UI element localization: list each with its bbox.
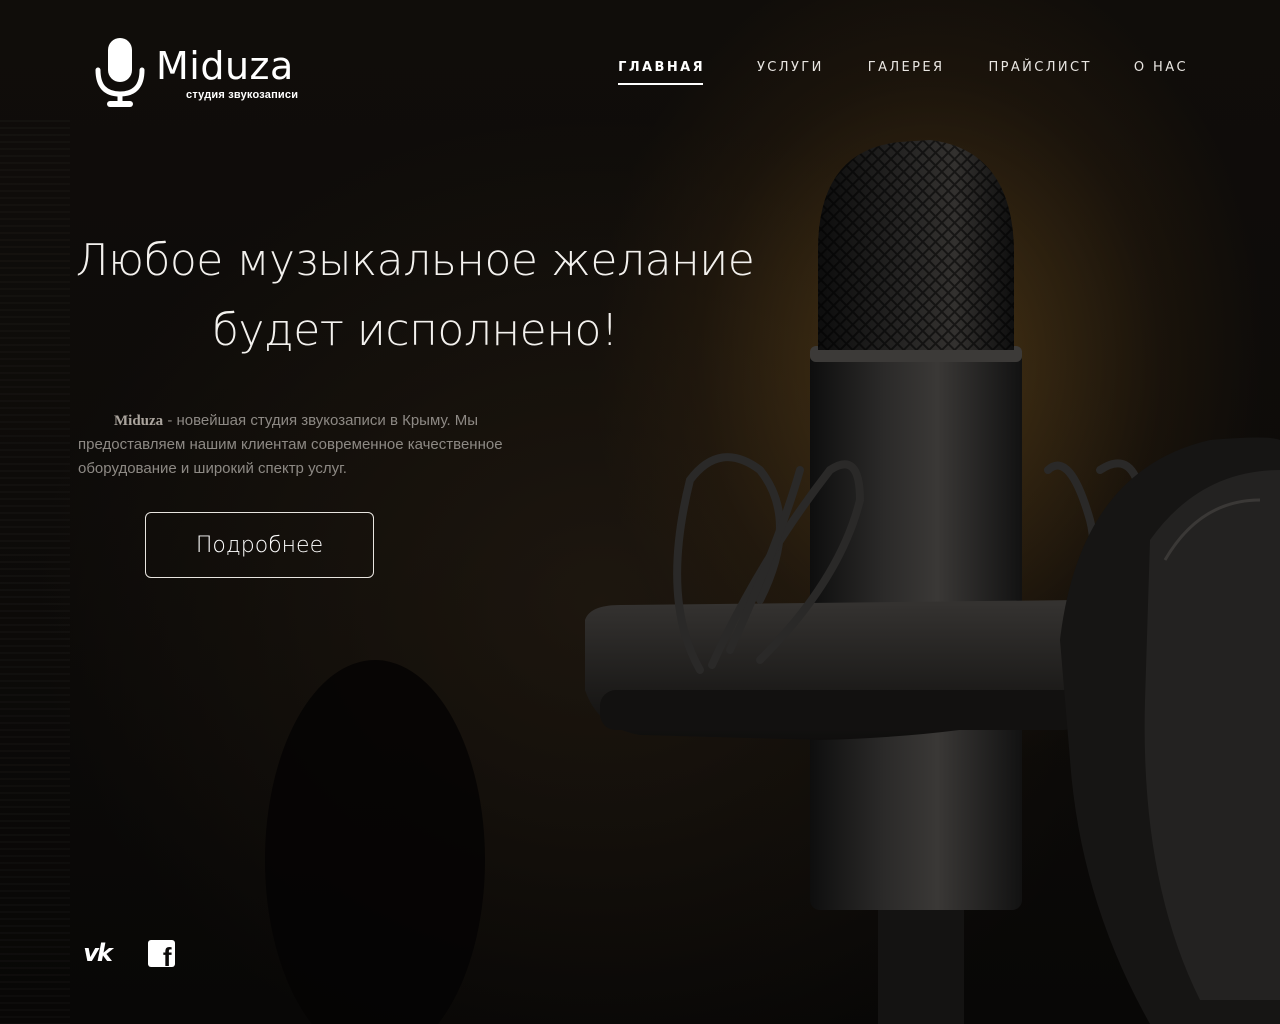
main-nav: ГЛАВНАЯ УСЛУГИ ГАЛЕРЕЯ ПРАЙСЛИСТ О НАС [618,60,1188,85]
hero-description-brand: Miduza [114,413,164,429]
facebook-icon: f [147,939,175,970]
hero-title-line-2: будет исполнено! [211,305,619,356]
hero-title: Любое музыкальное желание будет исполнен… [60,226,770,366]
logo[interactable]: Miduza студия звукозаписи [94,38,298,110]
hero-description: Miduza - новейшая студия звукозаписи в К… [78,409,538,481]
vk-icon: vk [83,939,113,967]
vk-link[interactable]: vk [80,938,114,968]
brand-subtitle: студия звукозаписи [186,89,299,101]
social-links: vk f [80,938,178,970]
nav-item-gallery[interactable]: ГАЛЕРЕЯ [868,60,945,85]
brand-name: Miduza [156,44,294,88]
nav-item-about[interactable]: О НАС [1134,60,1188,85]
microphone-icon [95,38,145,107]
pop-filter-shape [265,660,485,1024]
hero-title-line-1: Любое музыкальное желание [75,235,755,286]
nav-item-home[interactable]: ГЛАВНАЯ [618,60,705,85]
facebook-link[interactable]: f [144,938,178,970]
page: Miduza студия звукозаписи ГЛАВНАЯ УСЛУГИ… [0,0,1280,1024]
nav-item-pricelist[interactable]: ПРАЙСЛИСТ [988,60,1091,85]
nav-item-services[interactable]: УСЛУГИ [757,60,824,85]
more-button[interactable]: Подробнее [145,512,374,578]
